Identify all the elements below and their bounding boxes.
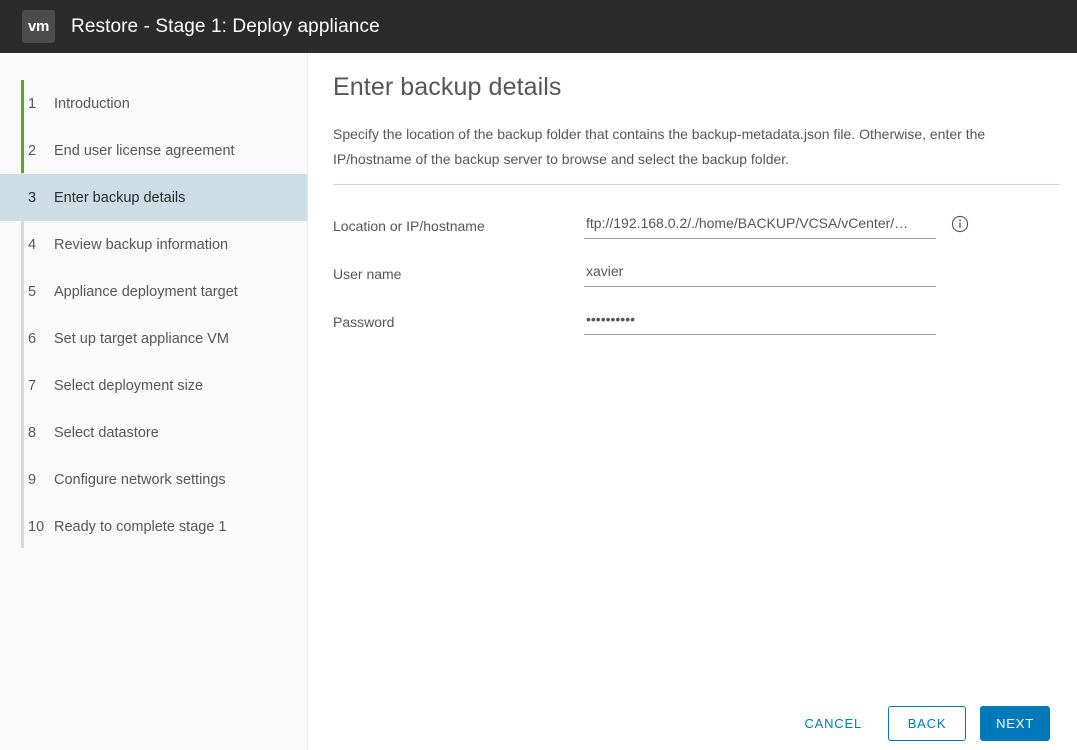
step-number: 4 (28, 236, 37, 253)
sidebar-step-6[interactable]: 6 Set up target appliance VM (0, 315, 307, 362)
step-label: Introduction (54, 95, 130, 112)
step-label: Enter backup details (54, 189, 186, 206)
password-input[interactable] (584, 307, 936, 335)
info-icon[interactable] (951, 215, 969, 233)
next-button[interactable]: NEXT (980, 706, 1050, 741)
section-divider (333, 184, 1060, 185)
location-field-row: Location or IP/hostname (333, 211, 1063, 259)
sidebar-step-5[interactable]: 5 Appliance deployment target (0, 268, 307, 315)
step-number: 6 (28, 330, 37, 347)
step-number: 8 (28, 424, 37, 441)
vmware-logo-icon: vm (22, 10, 55, 43)
wizard-step-list: 1 Introduction 2 End user license agreem… (0, 80, 307, 550)
wizard-sidebar: 1 Introduction 2 End user license agreem… (0, 53, 308, 750)
sidebar-step-1[interactable]: 1 Introduction (0, 80, 307, 127)
wizard-footer: CANCEL BACK NEXT (308, 697, 1077, 750)
sidebar-step-7[interactable]: 7 Select deployment size (0, 362, 307, 409)
step-label: Configure network settings (54, 471, 226, 488)
step-label: End user license agreement (54, 142, 235, 159)
step-number: 7 (28, 377, 37, 394)
password-field-row: Password (333, 307, 1063, 355)
window-title: Restore - Stage 1: Deploy appliance (71, 15, 380, 37)
cancel-button[interactable]: CANCEL (792, 706, 874, 741)
sidebar-step-8[interactable]: 8 Select datastore (0, 409, 307, 456)
step-number: 1 (28, 95, 37, 112)
step-label: Select deployment size (54, 377, 204, 394)
step-label: Ready to complete stage 1 (54, 518, 227, 535)
password-field-label: Password (333, 314, 395, 330)
step-number: 10 (28, 518, 45, 535)
step-number: 3 (28, 189, 37, 206)
step-label: Review backup information (54, 236, 229, 253)
step-number: 5 (28, 283, 37, 300)
step-label: Set up target appliance VM (54, 330, 229, 347)
sidebar-step-4[interactable]: 4 Review backup information (0, 221, 307, 268)
back-button[interactable]: BACK (888, 706, 966, 741)
page-title: Enter backup details (333, 73, 562, 101)
page-description: Specify the location of the backup folde… (333, 126, 986, 167)
step-number: 2 (28, 142, 37, 159)
sidebar-step-10[interactable]: 10 Ready to complete stage 1 (0, 503, 307, 550)
backup-details-form: Location or IP/hostname User name Passwo… (333, 211, 1063, 355)
sidebar-step-3[interactable]: 3 Enter backup details (0, 174, 307, 221)
username-field-row: User name (333, 259, 1063, 307)
username-input[interactable] (584, 259, 936, 287)
username-field-label: User name (333, 266, 402, 282)
sidebar-step-9[interactable]: 9 Configure network settings (0, 456, 307, 503)
location-field-label: Location or IP/hostname (333, 218, 485, 234)
step-label: Appliance deployment target (54, 283, 238, 300)
step-label: Select datastore (54, 424, 159, 441)
sidebar-step-2[interactable]: 2 End user license agreement (0, 127, 307, 174)
title-bar: vm Restore - Stage 1: Deploy appliance (0, 0, 1077, 53)
main-panel: Enter backup details Specify the locatio… (308, 53, 1077, 750)
step-number: 9 (28, 471, 37, 488)
location-input[interactable] (584, 211, 936, 239)
